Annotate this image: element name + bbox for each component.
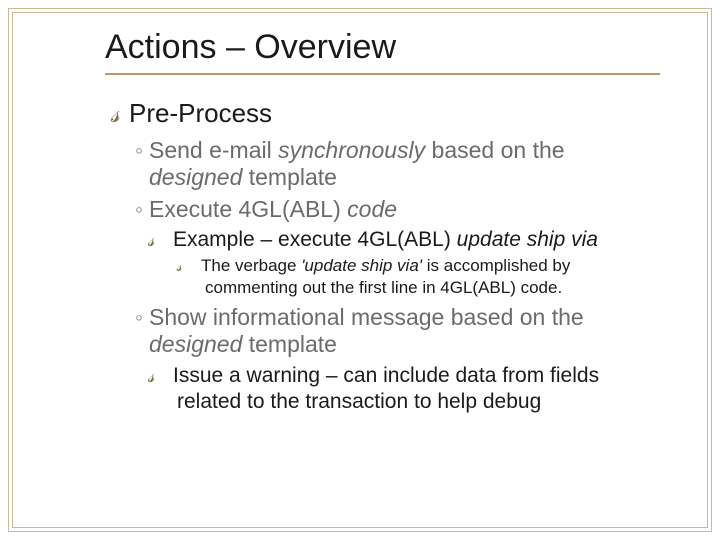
border-inner bbox=[12, 12, 708, 528]
slide: Actions – Overview 𝓈Pre-Process ◦ Send e… bbox=[0, 0, 720, 540]
